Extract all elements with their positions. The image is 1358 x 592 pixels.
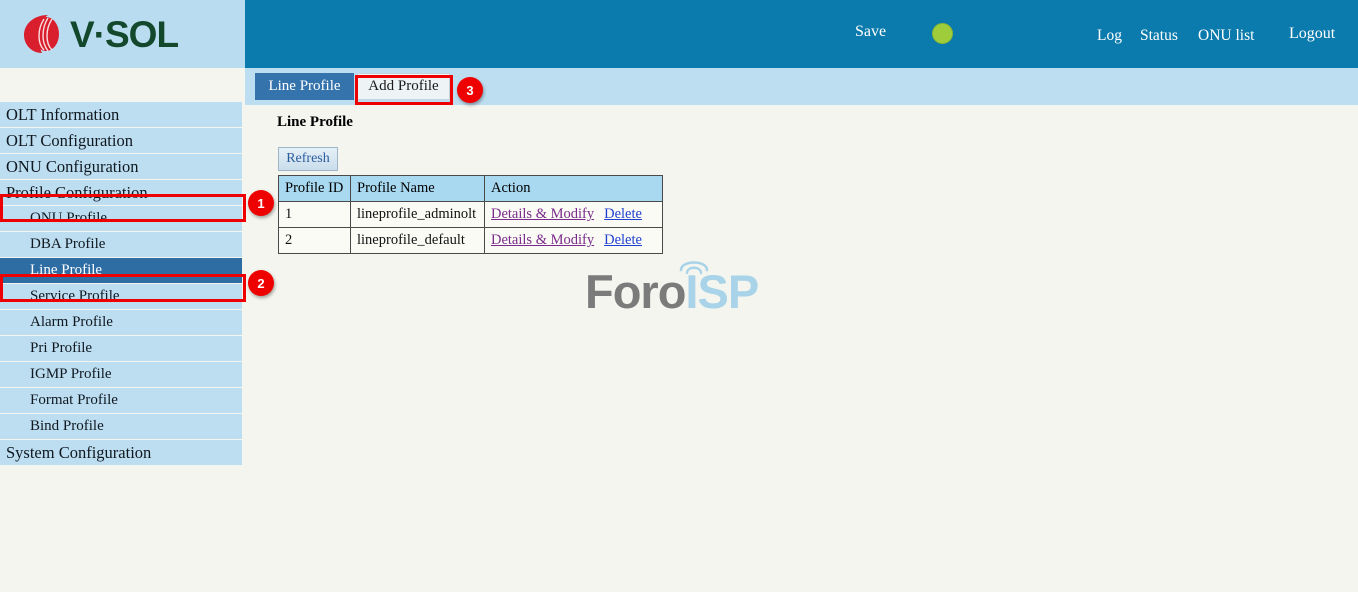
sidebar-item-service-profile[interactable]: Service Profile xyxy=(0,284,242,309)
header-bar: Save Log Status ONU list Logout xyxy=(245,0,1358,68)
sidebar-item-olt-information[interactable]: OLT Information xyxy=(0,102,242,127)
annotation-badge-1: 1 xyxy=(248,190,274,216)
page-title: Line Profile xyxy=(277,114,353,131)
delete-link[interactable]: Delete xyxy=(604,232,642,248)
vsol-swoosh-icon xyxy=(18,11,64,57)
foroisp-watermark: ForoISP xyxy=(585,268,758,315)
details-modify-link[interactable]: Details & Modify xyxy=(491,206,594,222)
sidebar-item-bind-profile[interactable]: Bind Profile xyxy=(0,414,242,439)
cell-profile-id: 1 xyxy=(279,202,351,228)
table-row: 2 lineprofile_default Details & ModifyDe… xyxy=(279,228,663,254)
sidebar-item-dba-profile[interactable]: DBA Profile xyxy=(0,232,242,257)
tab-strip: Line Profile Add Profile xyxy=(245,68,1358,105)
header-link-status[interactable]: Status xyxy=(1140,27,1178,45)
cell-action: Details & Modify Delete xyxy=(485,202,663,228)
status-led-icon xyxy=(932,23,953,44)
sidebar-item-alarm-profile[interactable]: Alarm Profile xyxy=(0,310,242,335)
header-link-logout[interactable]: Logout xyxy=(1289,25,1335,43)
annotation-badge-3: 3 xyxy=(457,77,483,103)
sidebar-item-olt-configuration[interactable]: OLT Configuration xyxy=(0,128,242,153)
logo-panel: V·SOL xyxy=(0,0,245,68)
content-area: Line Profile Refresh Profile ID Profile … xyxy=(245,105,1358,592)
refresh-button[interactable]: Refresh xyxy=(278,147,338,171)
column-header-action: Action xyxy=(485,176,663,202)
sidebar-item-onu-profile[interactable]: ONU Profile xyxy=(0,206,242,231)
cell-profile-name: lineprofile_default xyxy=(351,228,485,254)
header-link-log[interactable]: Log xyxy=(1097,27,1122,45)
delete-link[interactable]: Delete xyxy=(604,206,642,222)
sidebar-item-onu-configuration[interactable]: ONU Configuration xyxy=(0,154,242,179)
line-profile-table: Profile ID Profile Name Action 1 linepro… xyxy=(278,175,663,254)
brand-name: V·SOL xyxy=(70,16,178,53)
sidebar-item-line-profile[interactable]: Line Profile xyxy=(0,258,242,283)
antenna-icon xyxy=(677,252,711,276)
details-modify-link[interactable]: Details & Modify xyxy=(491,232,594,248)
sidebar-item-pri-profile[interactable]: Pri Profile xyxy=(0,336,242,361)
cell-profile-id: 2 xyxy=(279,228,351,254)
sidebar-item-profile-configuration[interactable]: Profile Configuration xyxy=(0,180,242,205)
tab-line-profile[interactable]: Line Profile xyxy=(255,73,354,100)
table-row: 1 lineprofile_adminolt Details & ModifyD… xyxy=(279,202,663,228)
column-header-profile-id: Profile ID xyxy=(279,176,351,202)
tab-add-profile[interactable]: Add Profile xyxy=(357,73,450,100)
save-button[interactable]: Save xyxy=(855,23,886,41)
table-header-row: Profile ID Profile Name Action xyxy=(279,176,663,202)
cell-action: Details & Modify Delete xyxy=(485,228,663,254)
sidebar-item-igmp-profile[interactable]: IGMP Profile xyxy=(0,362,242,387)
sidebar-item-system-configuration[interactable]: System Configuration xyxy=(0,440,242,465)
sidebar-item-format-profile[interactable]: Format Profile xyxy=(0,388,242,413)
watermark-foro: Foro xyxy=(585,265,685,318)
header-link-onu-list[interactable]: ONU list xyxy=(1198,27,1254,45)
app-root: V·SOL Save Log Status ONU list Logout Li… xyxy=(0,0,1358,592)
sidebar: OLT Information OLT Configuration ONU Co… xyxy=(0,68,245,592)
cell-profile-name: lineprofile_adminolt xyxy=(351,202,485,228)
column-header-profile-name: Profile Name xyxy=(351,176,485,202)
annotation-badge-2: 2 xyxy=(248,270,274,296)
